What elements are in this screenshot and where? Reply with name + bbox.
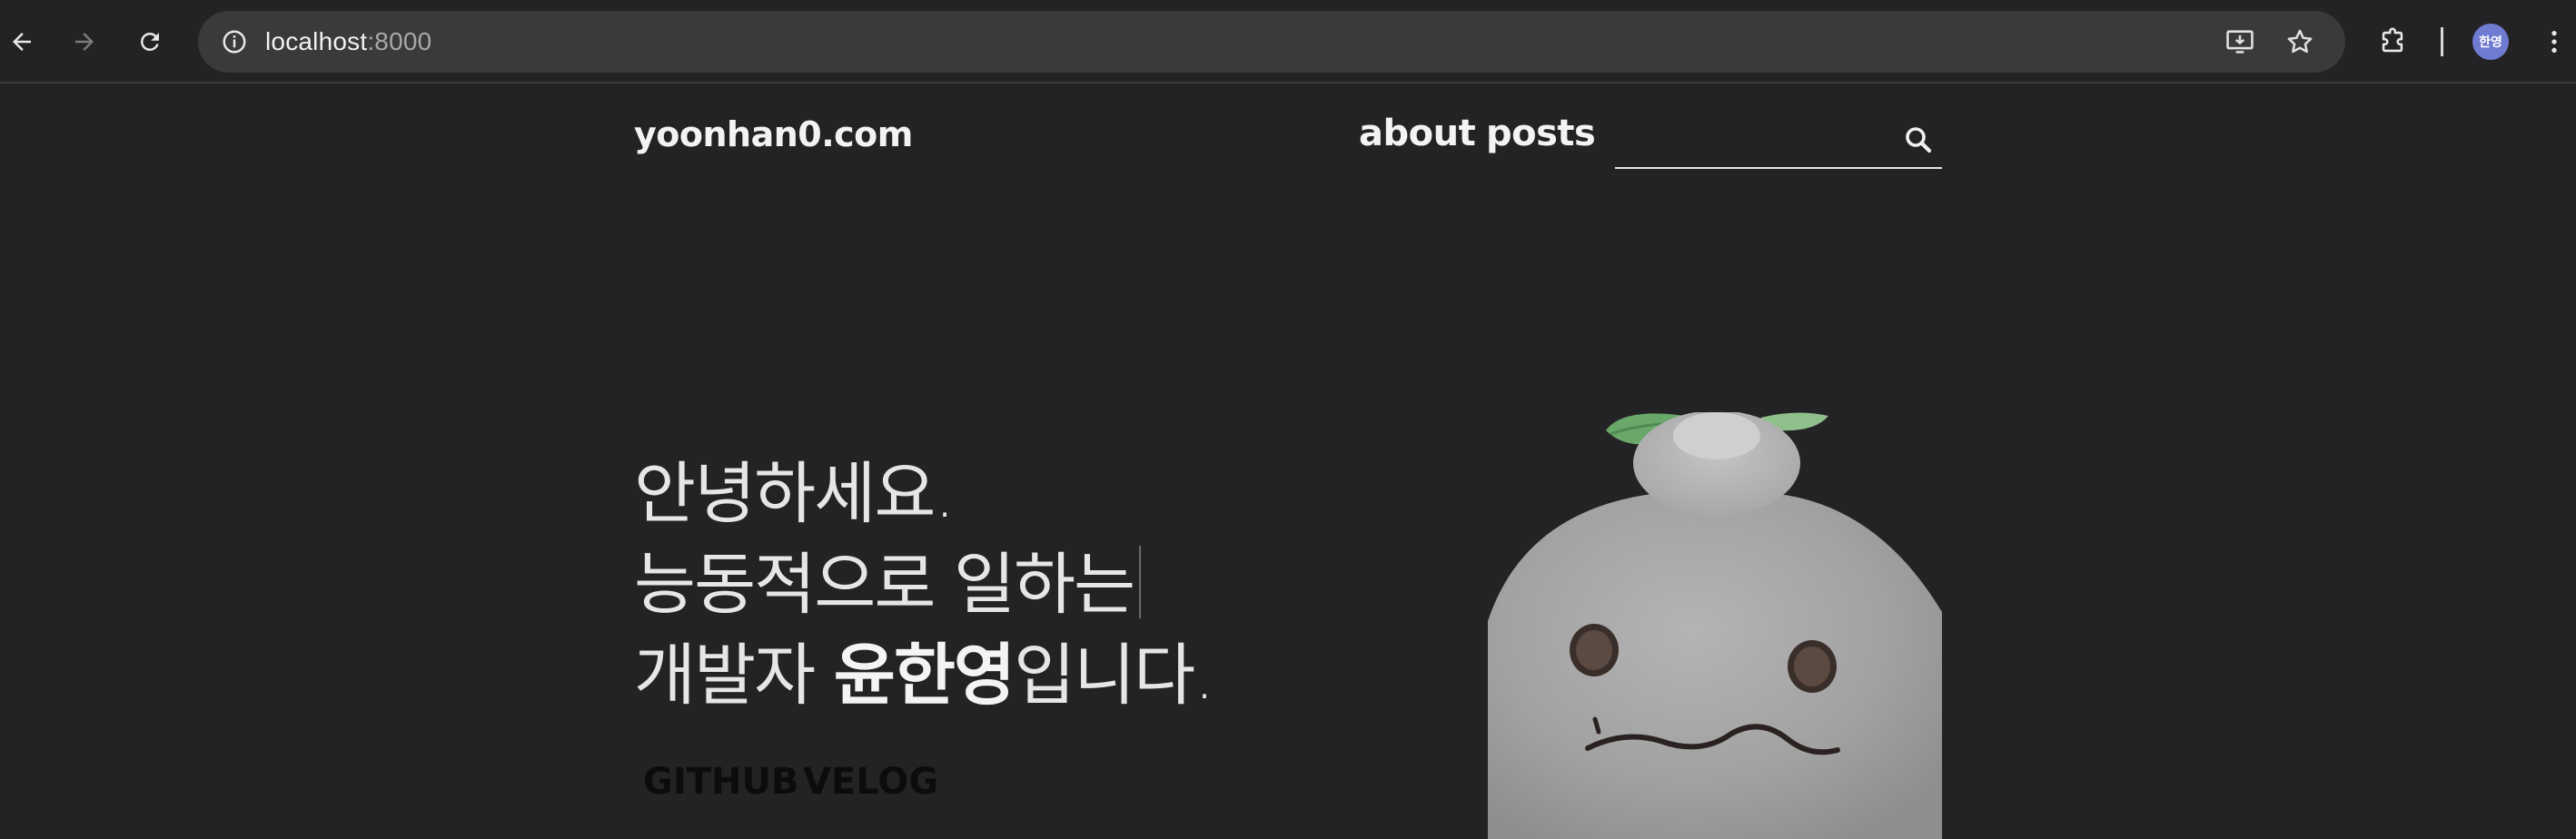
profile-illustration — [1488, 412, 1942, 839]
install-app-button[interactable] — [2222, 24, 2258, 60]
site-info-button[interactable] — [214, 22, 254, 62]
install-app-icon — [2226, 30, 2254, 54]
search-box — [1615, 113, 1942, 169]
profile-avatar[interactable]: 한영 — [2472, 24, 2509, 60]
search-input[interactable] — [1615, 113, 1887, 165]
bookmark-button[interactable] — [2282, 24, 2318, 60]
more-menu-icon — [2551, 31, 2557, 53]
velog-link[interactable]: VELOG — [803, 761, 938, 803]
search-icon — [1906, 127, 1932, 153]
hero-name: 윤한영 — [833, 637, 1016, 715]
url-text[interactable]: localhost:8000 — [265, 26, 431, 57]
radish-plush-image — [1488, 412, 1942, 839]
hero-name-prefix: 개발자 — [634, 637, 834, 715]
forward-button[interactable] — [63, 20, 106, 64]
hero-intro: 안녕하세요. 능동적으로 일하는 개발자 윤한영입니다. — [634, 449, 1215, 721]
web-page: yoonhan0.com about posts 안녕하세요. 능동적으로 일하… — [0, 85, 2576, 839]
reload-icon — [141, 33, 159, 51]
hero-tagline: 능동적으로 일하는 — [634, 539, 1214, 630]
nav-about-link[interactable]: about — [1359, 113, 1476, 154]
browser-toolbar: localhost:8000 한영 — [0, 0, 2576, 84]
address-bar[interactable]: localhost:8000 — [198, 11, 2345, 73]
url-host: localhost — [265, 27, 368, 55]
reload-button[interactable] — [128, 20, 172, 64]
hero-name-line: 개발자 윤한영입니다. — [634, 630, 1215, 721]
site-logo-link[interactable]: yoonhan0.com — [634, 114, 913, 154]
site-info-icon — [223, 30, 246, 54]
url-port: :8000 — [367, 27, 432, 55]
hero-name-suffix: 입니다. — [1014, 637, 1215, 715]
github-link[interactable]: GITHUB — [643, 761, 798, 803]
back-button[interactable] — [0, 20, 44, 64]
search-button[interactable] — [1900, 122, 1937, 158]
extensions-icon — [2382, 27, 2403, 53]
extensions-button[interactable] — [2373, 22, 2413, 62]
hero-greeting: 안녕하세요. — [634, 455, 956, 533]
typing-cursor — [1139, 546, 1142, 618]
toolbar-divider — [2441, 27, 2443, 56]
nav-posts-link[interactable]: posts — [1486, 113, 1596, 154]
hero-tagline-text: 능동적으로 일하는 — [634, 546, 1135, 624]
more-menu-button[interactable] — [2534, 22, 2574, 62]
forward-icon — [75, 33, 94, 51]
bookmark-star-icon — [2287, 29, 2313, 54]
back-icon — [13, 33, 31, 51]
